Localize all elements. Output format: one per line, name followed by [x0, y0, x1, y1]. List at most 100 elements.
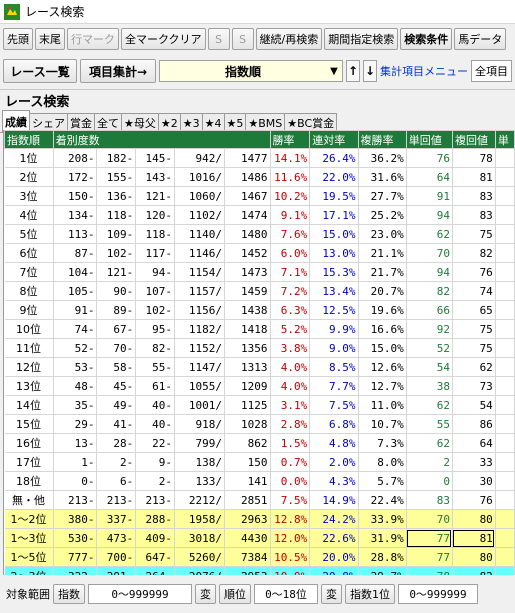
column-header[interactable]: 勝率 — [269, 130, 311, 149]
table-row[interactable]: 1位 208- 182- 145- 942/1477 14.1% 26.4% 36.2% 76 7… — [4, 148, 515, 168]
tab-0[interactable]: 成績 — [2, 110, 30, 132]
table-row[interactable]: 11位 52- 70- 82- 1152/1356 3.8% 9.0% 15.0% 52 75 — [4, 338, 515, 358]
table-row[interactable]: 16位 13- 28- 22- 799/862 1.5% 4.8% 7.3% 62 64 — [4, 433, 515, 453]
toolbar-button-4[interactable]: S — [207, 28, 230, 50]
table-cell: 7.5% — [309, 395, 359, 415]
table-cell: 862 — [224, 433, 271, 453]
table-cell: 7.1% — [270, 262, 311, 282]
column-header[interactable]: 単 — [494, 130, 515, 149]
sort-descending-button[interactable]: ↓ — [363, 60, 377, 82]
column-header[interactable]: 複勝率 — [357, 130, 407, 149]
toolbar-button-9[interactable]: 馬データ — [454, 28, 507, 50]
toolbar-button-0[interactable]: 先頭 — [3, 28, 33, 50]
table-row[interactable]: 9位 91- 89- 102- 1156/1438 6.3% 12.5% 19.6% 66 65 — [4, 300, 515, 320]
table-row[interactable]: 1〜2位 380- 337- 288- 1958/2963 12.8% 24.2% 33.9%… — [4, 509, 515, 529]
sort-select-value: 指数順 — [224, 64, 261, 79]
table-cell: 2953 — [224, 566, 271, 575]
table-cell: 1477 — [224, 148, 271, 168]
table-cell: 11.6% — [270, 167, 311, 187]
table-cell: 82- — [135, 338, 175, 358]
index-top-filter-button[interactable]: 指数1位 — [345, 584, 395, 604]
table-cell: 1152/ — [174, 338, 225, 358]
change-rank-button[interactable]: 変 — [321, 584, 342, 604]
stats-menu-link[interactable]: 集計項目メニュー — [380, 63, 468, 79]
column-header[interactable]: 連対率 — [309, 130, 359, 149]
table-cell: 91- — [53, 300, 98, 320]
table-cell: 31.6% — [358, 167, 407, 187]
table-row[interactable]: 2位 172- 155- 143- 1016/1486 11.6% 22.0% 31.6% 64… — [4, 167, 515, 187]
chevron-down-icon[interactable]: ▼ — [326, 66, 342, 77]
table-cell: 133/ — [174, 471, 225, 491]
table-cell: 0.7% — [270, 452, 311, 472]
sort-ascending-button[interactable]: ↑ — [346, 60, 360, 82]
table-row[interactable]: 5位 113- 109- 118- 1140/1480 7.6% 15.0% 23.0% 62 7… — [4, 224, 515, 244]
table-cell: 4.0% — [270, 357, 311, 377]
item-stats-button[interactable]: 項目集計→ — [80, 59, 156, 83]
column-header[interactable]: 着別度数 — [52, 130, 271, 149]
table-row[interactable]: 1〜5位 777- 700- 647- 5260/7384 10.5% 20.0% 28.8%… — [4, 547, 515, 567]
table-cell: 70- — [96, 338, 137, 358]
table-cell — [495, 452, 515, 472]
table-cell: 3.8% — [270, 338, 311, 358]
table-cell: 0.0% — [270, 471, 311, 491]
table-row[interactable]: 12位 53- 58- 55- 1147/1313 4.0% 8.5% 12.6% 54 62 — [4, 357, 515, 377]
rank-filter-button[interactable]: 順位 — [219, 584, 251, 604]
table-cell: 10.7% — [358, 414, 407, 434]
all-items-tab[interactable]: 全項目 — [471, 60, 512, 82]
toolbar-button-8[interactable]: 検索条件 — [400, 28, 453, 50]
table-row[interactable]: 6位 87- 102- 117- 1146/1452 6.0% 13.0% 21.1% 70 82 — [4, 243, 515, 263]
table-cell: 52- — [53, 338, 98, 358]
table-row[interactable]: 2〜3位322-291-264-2076/295310.9%20.8%29.7%… — [4, 566, 515, 575]
toolbar-button-5[interactable]: S — [231, 28, 254, 50]
table-cell: 10.9% — [270, 566, 311, 575]
table-row[interactable]: 4位 134- 118- 120- 1102/1474 9.1% 17.1% 25.2% 94 8… — [4, 205, 515, 225]
table-row[interactable]: 15位 29- 41- 40- 918/1028 2.8% 6.8% 10.7% 55 86 — [4, 414, 515, 434]
table-cell: 141 — [224, 471, 271, 491]
index-range-field[interactable]: 0〜999999 — [88, 584, 192, 604]
change-index-button[interactable]: 変 — [195, 584, 216, 604]
table-cell: 213- — [96, 490, 137, 510]
toolbar-button-6[interactable]: 継続/再検索 — [255, 28, 323, 50]
table-row[interactable]: 8位 105- 90- 107- 1157/1459 7.2% 13.4% 20.7% 82 74 — [4, 281, 515, 301]
race-list-button[interactable]: レース一覧 — [3, 59, 77, 83]
table-row[interactable]: 10位 74- 67- 95- 1182/1418 5.2% 9.9% 16.6% 92 75 — [4, 319, 515, 339]
table-cell — [495, 414, 515, 434]
table-cell: 95- — [135, 319, 175, 339]
table-cell: 3.1% — [270, 395, 311, 415]
table-cell: 4.8% — [309, 433, 359, 453]
column-header[interactable]: 複回値 — [451, 130, 496, 149]
table-cell: 94 — [406, 262, 453, 282]
table-row[interactable]: 13位 48- 45- 61- 1055/1209 4.0% 7.7% 12.7% 38 73 — [4, 376, 515, 396]
table-row[interactable]: 1〜3位 530- 473- 409- 3018/4430 12.0% 22.6% 31.9%… — [4, 528, 515, 548]
column-header[interactable]: 指数順 — [4, 130, 54, 149]
table-cell: 1028 — [224, 414, 271, 434]
table-row[interactable]: 無・他 213- 213- 213- 2212/2851 7.5% 14.9% 22.4% 83… — [4, 490, 515, 510]
table-row[interactable]: 14位 35- 49- 40- 1001/1125 3.1% 7.5% 11.0% 62 54 — [4, 395, 515, 415]
toolbar-button-2[interactable]: 行マーク — [67, 28, 119, 50]
toolbar-button-1[interactable]: 末尾 — [35, 28, 65, 50]
table-row[interactable]: 17位 1- 2- 9- 138/150 0.7% 2.0% 8.0% 2 33 — [4, 452, 515, 472]
table-cell: 31.9% — [358, 528, 407, 548]
table-cell: 9.0% — [309, 338, 359, 358]
table-cell: 6.0% — [270, 243, 311, 263]
table-cell: 700- — [96, 547, 137, 567]
table-cell: 2 — [406, 452, 453, 472]
table-row[interactable]: 18位 0- 6- 2- 133/141 0.0% 4.3% 5.7% 0 30 — [4, 471, 515, 491]
sort-select[interactable]: 指数順 ▼ — [159, 60, 343, 82]
table-cell: 29- — [53, 414, 98, 434]
toolbar-button-7[interactable]: 期間指定検索 — [324, 28, 399, 50]
table-cell: 7.3% — [358, 433, 407, 453]
table-cell: 134- — [53, 205, 98, 225]
table-cell: 76 — [452, 490, 496, 510]
table-row[interactable]: 7位 104- 121- 94- 1154/1473 7.1% 15.3% 21.7% 94 76 — [4, 262, 515, 282]
column-header[interactable]: 単回値 — [405, 130, 453, 149]
table-cell — [495, 319, 515, 339]
toolbar-button-3[interactable]: 全マーククリア — [121, 28, 206, 50]
rank-range-field[interactable]: 0〜18位 — [254, 584, 318, 604]
index-top-range-field[interactable]: 0〜999999 — [398, 584, 478, 604]
table-cell: 4.0% — [270, 376, 311, 396]
table-row[interactable]: 3位 150- 136- 121- 1060/1467 10.2% 19.5% 27.7% 91… — [4, 186, 515, 206]
table-cell — [495, 281, 515, 301]
table-cell: 33 — [452, 452, 496, 472]
index-filter-button[interactable]: 指数 — [53, 584, 85, 604]
